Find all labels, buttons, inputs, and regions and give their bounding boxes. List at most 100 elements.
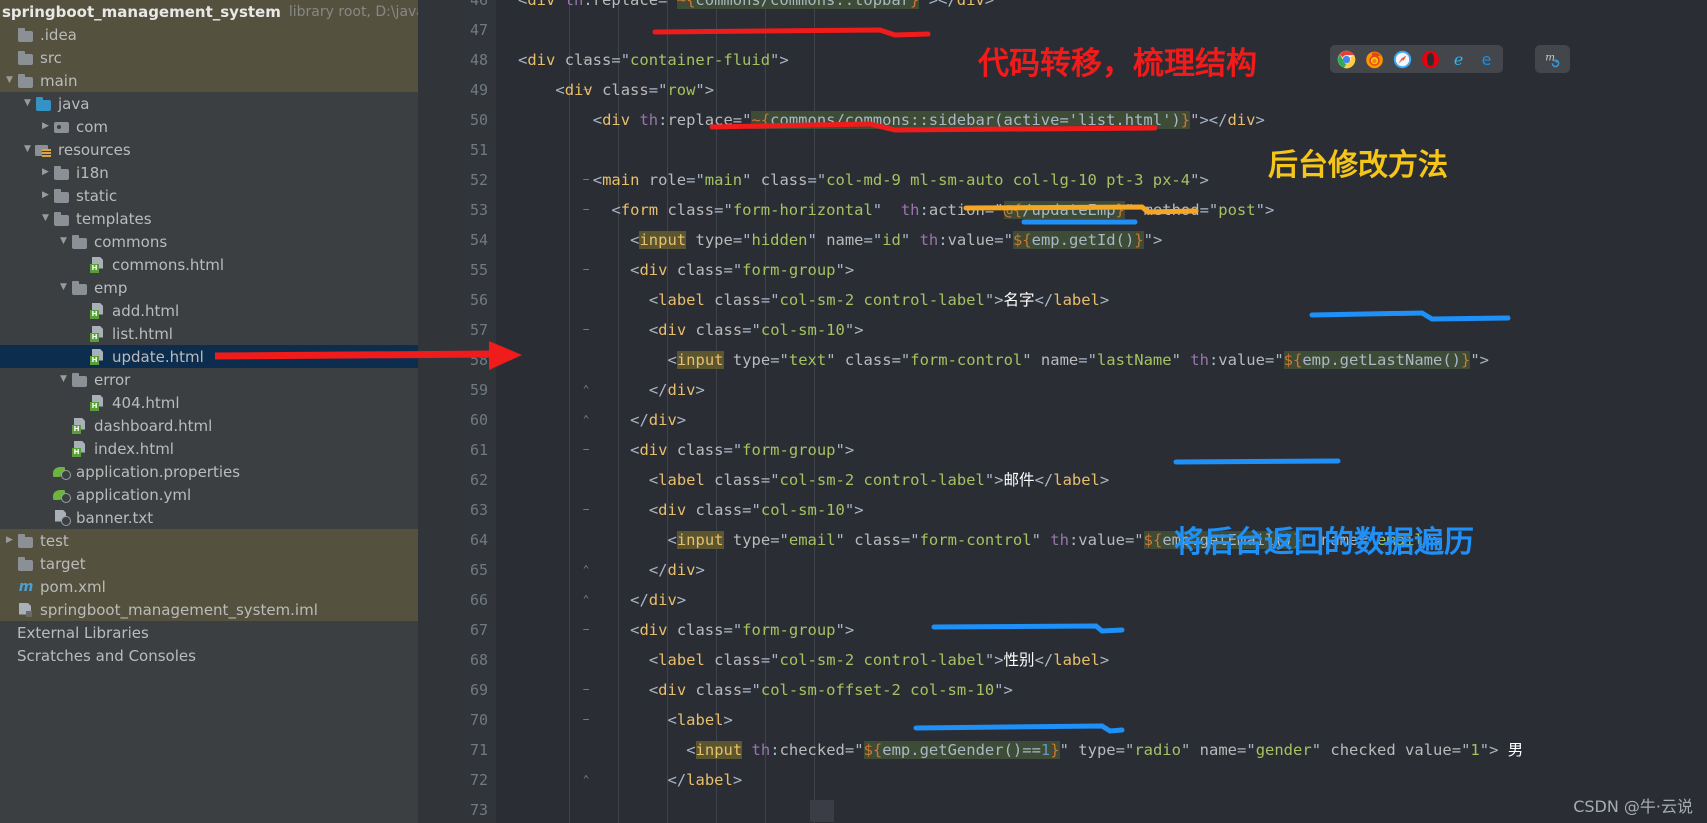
tree-item-label: main	[40, 71, 78, 90]
code-line[interactable]: </div>	[518, 555, 705, 585]
svg-text:e: e	[1454, 50, 1463, 69]
sidebar-bottom-strip	[0, 817, 418, 823]
tree-item-java[interactable]: ▼ java	[0, 92, 418, 115]
line-number: 54	[469, 231, 488, 249]
tree-item-add-html[interactable]: add.html	[0, 299, 418, 322]
tree-item-404-html[interactable]: 404.html	[0, 391, 418, 414]
tree-item-label: src	[40, 48, 62, 67]
editor-gutter[interactable]: 46 47 48 49 50 51 52 53 54 55 56 57 58 59 60 61 62 63 64 65…	[418, 0, 496, 823]
tree-item--idea[interactable]: .idea	[0, 23, 418, 46]
tree-item-pom-xml[interactable]: m pom.xml	[0, 575, 418, 598]
code-line[interactable]: </div>	[518, 405, 686, 435]
tree-item-update-html[interactable]: update.html	[0, 345, 418, 368]
tree-item-label: springboot_management_system.iml	[40, 600, 318, 619]
code-line[interactable]: <div class="form-group">	[518, 255, 854, 285]
code-line[interactable]: <div class="col-sm-offset-2 col-sm-10">	[518, 675, 1013, 705]
browser-launch-toolbar[interactable]: e e	[1330, 45, 1503, 73]
tree-item-label: External Libraries	[17, 623, 149, 642]
tree-item-commons[interactable]: ▼ commons	[0, 230, 418, 253]
tree-item-error[interactable]: ▼ error	[0, 368, 418, 391]
code-line[interactable]: <div class="form-group">	[518, 435, 854, 465]
tree-item-test[interactable]: ▶ test	[0, 529, 418, 552]
tree-item-static[interactable]: ▶ static	[0, 184, 418, 207]
tree-item-application-yml[interactable]: application.yml	[0, 483, 418, 506]
code-editor[interactable]: 46 47 48 49 50 51 52 53 54 55 56 57 58 59 60 61 62 63 64 65…	[418, 0, 1707, 823]
chevron-right-icon[interactable]: ▶	[2, 536, 17, 545]
ie-icon[interactable]: e	[1449, 50, 1468, 69]
tree-item-label: list.html	[112, 324, 173, 343]
chevron-down-icon[interactable]: ▼	[2, 76, 17, 85]
safari-icon[interactable]	[1393, 50, 1412, 69]
code-line[interactable]: <input type="email" class="form-control"…	[518, 525, 1442, 555]
tree-item-index-html[interactable]: index.html	[0, 437, 418, 460]
tree-item-label: update.html	[112, 347, 204, 366]
code-line[interactable]: <form class="form-horizontal" th:action=…	[518, 195, 1274, 225]
chevron-down-icon[interactable]: ▼	[20, 145, 35, 154]
folder-icon	[17, 50, 35, 66]
chevron-down-icon[interactable]: ▼	[20, 99, 35, 108]
line-number: 64	[469, 531, 488, 549]
maven-toolbar[interactable]: m	[1535, 45, 1570, 73]
code-line[interactable]: <div class="form-group">	[518, 615, 854, 645]
chevron-down-icon[interactable]: ▼	[38, 214, 53, 223]
tree-item-banner-txt[interactable]: banner.txt	[0, 506, 418, 529]
code-line[interactable]: </label>	[518, 765, 743, 795]
chrome-icon[interactable]	[1337, 50, 1356, 69]
chevron-down-icon[interactable]: ▼	[56, 237, 71, 246]
code-content[interactable]: <div th:replace="~{commons/commons::topb…	[518, 0, 1707, 823]
code-line[interactable]: <input type="hidden" name="id" th:value=…	[518, 225, 1162, 255]
html-file-icon	[89, 326, 107, 342]
code-line[interactable]: <input th:checked="${emp.getGender()==1}…	[518, 735, 1523, 765]
chevron-right-icon[interactable]: ▶	[38, 122, 53, 131]
tree-item-label: pom.xml	[40, 577, 106, 596]
tree-item-emp[interactable]: ▼ emp	[0, 276, 418, 299]
tree-item-templates[interactable]: ▼ templates	[0, 207, 418, 230]
line-number: 68	[469, 651, 488, 669]
maven-icon[interactable]: m	[1543, 50, 1562, 69]
tree-item-scratches-and-consoles[interactable]: Scratches and Consoles	[0, 644, 418, 667]
tree-item-label: java	[58, 94, 90, 113]
code-line[interactable]: </div>	[518, 375, 705, 405]
tree-item-main[interactable]: ▼ main	[0, 69, 418, 92]
code-line[interactable]: <label class="col-sm-2 control-label">邮件…	[518, 465, 1109, 495]
project-tree-body[interactable]: .idea src ▼ main ▼ java ▶ com ▼ resources ▶ i18n ▶ st…	[0, 23, 418, 667]
line-number: 71	[469, 741, 488, 759]
tree-item-external-libraries[interactable]: External Libraries	[0, 621, 418, 644]
tree-item-label: i18n	[76, 163, 109, 182]
tree-item-resources[interactable]: ▼ resources	[0, 138, 418, 161]
chevron-right-icon[interactable]: ▶	[38, 168, 53, 177]
resources-folder-icon	[35, 142, 53, 158]
tree-item-src[interactable]: src	[0, 46, 418, 69]
tree-item-application-properties[interactable]: application.properties	[0, 460, 418, 483]
tree-item-springboot-management-system-iml[interactable]: springboot_management_system.iml	[0, 598, 418, 621]
project-root-row[interactable]: springboot_management_system library roo…	[0, 0, 418, 23]
tree-item-commons-html[interactable]: commons.html	[0, 253, 418, 276]
chevron-right-icon[interactable]: ▶	[38, 191, 53, 200]
code-line[interactable]: <div class="container-fluid">	[518, 45, 789, 75]
code-line[interactable]: <label class="col-sm-2 control-label">性别…	[518, 645, 1109, 675]
code-line[interactable]: <div class="row">	[518, 75, 714, 105]
opera-icon[interactable]	[1421, 50, 1440, 69]
chevron-down-icon[interactable]: ▼	[56, 375, 71, 384]
tree-item-dashboard-html[interactable]: dashboard.html	[0, 414, 418, 437]
firefox-icon[interactable]	[1365, 50, 1384, 69]
code-line[interactable]: <div th:replace="~{commons/commons::side…	[518, 105, 1265, 135]
code-line[interactable]: <main role="main" class="col-md-9 ml-sm-…	[518, 165, 1209, 195]
tree-item-com[interactable]: ▶ com	[0, 115, 418, 138]
tree-item-target[interactable]: target	[0, 552, 418, 575]
tree-item-i18n[interactable]: ▶ i18n	[0, 161, 418, 184]
tree-item-label: commons.html	[112, 255, 225, 274]
project-tree-panel[interactable]: springboot_management_system library roo…	[0, 0, 418, 823]
code-line[interactable]: <div class="col-sm-10">	[518, 495, 864, 525]
editor-fold-bar[interactable]: −−−−−−⌃⌃−−⌃⌃−−−⌃−⌃⌃	[496, 0, 589, 823]
code-line[interactable]: <div th:replace="~{commons/commons::topb…	[518, 0, 994, 15]
code-line[interactable]: <div class="col-sm-10">	[518, 315, 864, 345]
tree-item-list-html[interactable]: list.html	[0, 322, 418, 345]
code-line[interactable]: <input type="text" class="form-control" …	[518, 345, 1489, 375]
code-line[interactable]: <label>	[518, 705, 733, 735]
code-line[interactable]: <label class="col-sm-2 control-label">名字…	[518, 285, 1109, 315]
html-file-icon	[89, 349, 107, 365]
code-line[interactable]: </div>	[518, 585, 686, 615]
edge-icon[interactable]: e	[1477, 50, 1496, 69]
chevron-down-icon[interactable]: ▼	[56, 283, 71, 292]
